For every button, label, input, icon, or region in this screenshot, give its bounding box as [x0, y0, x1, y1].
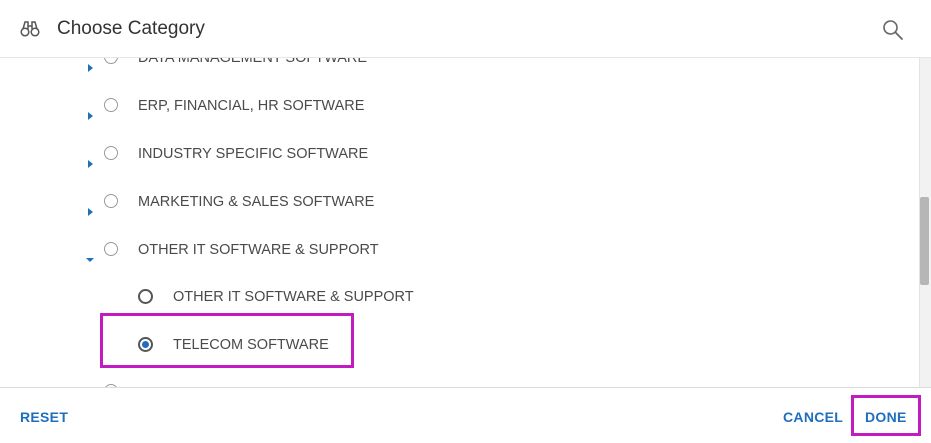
list-item-label: MARKETING & SALES SOFTWARE [138, 194, 375, 210]
radio-button[interactable] [138, 289, 153, 304]
caret-right-icon[interactable] [86, 156, 96, 168]
list-item-child[interactable]: TELECOM SOFTWARE [0, 333, 880, 357]
list-item-label: TELECOM SOFTWARE [173, 337, 329, 353]
scrollbar-thumb[interactable] [920, 197, 929, 285]
caret-right-icon[interactable] [86, 108, 96, 120]
radio-button[interactable] [104, 242, 118, 256]
choose-category-dialog: Choose Category DATA MANAGEMENT SOFTWARE… [0, 0, 931, 443]
radio-button[interactable] [104, 98, 118, 112]
radio-button[interactable] [104, 146, 118, 160]
caret-right-icon[interactable] [86, 204, 96, 216]
reset-button[interactable]: RESET [20, 408, 68, 426]
list-item-label: ERP, FINANCIAL, HR SOFTWARE [138, 98, 365, 114]
cancel-button[interactable]: CANCEL [783, 408, 843, 426]
dialog-header: Choose Category [0, 0, 931, 58]
list-item[interactable]: DATA MANAGEMENT SOFTWARE [0, 58, 880, 72]
list-item-label: OTHER IT SOFTWARE & SUPPORT [173, 289, 414, 305]
caret-down-icon[interactable] [85, 252, 95, 262]
binoculars-icon [20, 20, 40, 38]
radio-button[interactable] [104, 194, 118, 208]
list-item-label: OTHER IT SOFTWARE & SUPPORT [138, 242, 379, 258]
done-button[interactable]: DONE [865, 408, 907, 426]
list-item[interactable]: INDUSTRY SPECIFIC SOFTWARE [0, 142, 880, 168]
list-item-child[interactable]: OTHER IT SOFTWARE & SUPPORT [0, 285, 880, 309]
radio-button-selected[interactable] [138, 337, 153, 352]
list-item[interactable]: OTHER IT SOFTWARE & SUPPORT [0, 238, 880, 262]
dialog-footer: RESET CANCEL DONE [0, 387, 931, 443]
radio-button[interactable] [104, 58, 118, 64]
list-item-label: INDUSTRY SPECIFIC SOFTWARE [138, 146, 369, 162]
page-title: Choose Category [57, 18, 205, 39]
list-item[interactable]: ERP, FINANCIAL, HR SOFTWARE [0, 94, 880, 120]
caret-right-icon[interactable] [86, 60, 96, 72]
search-icon[interactable] [882, 19, 904, 41]
category-list: DATA MANAGEMENT SOFTWARE ERP, FINANCIAL,… [0, 58, 931, 387]
list-item-label: DATA MANAGEMENT SOFTWARE [138, 58, 368, 66]
list-item[interactable]: MARKETING & SALES SOFTWARE [0, 190, 880, 216]
